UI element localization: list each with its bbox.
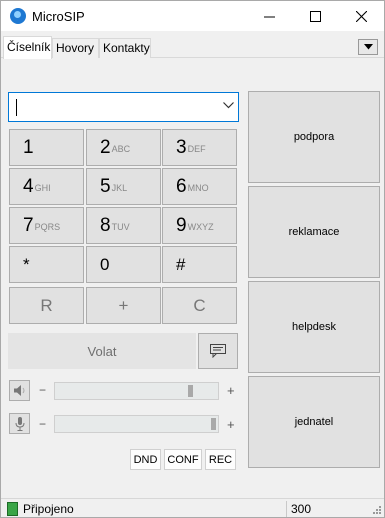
tab-kontakty[interactable]: Kontakty <box>99 38 151 58</box>
number-input[interactable] <box>8 92 239 122</box>
close-button[interactable] <box>338 1 384 31</box>
call-label: Volat <box>87 343 117 359</box>
rec-label: REC <box>208 453 233 466</box>
text-caret <box>16 99 17 116</box>
conference-button[interactable]: CONF <box>164 449 202 470</box>
key-letters: WXYZ <box>187 222 214 232</box>
key-letters: GHI <box>34 183 51 193</box>
key-0[interactable]: 0 <box>86 246 161 283</box>
tab-ciselnik[interactable]: Číselník <box>3 36 52 59</box>
key-digit: 7 <box>23 214 34 236</box>
minimize-icon <box>263 16 275 17</box>
speed-dial-label: reklamace <box>288 226 340 238</box>
key-digit: 3 <box>176 136 187 158</box>
tab-hovory[interactable]: Hovory <box>52 38 99 58</box>
key-4[interactable]: 4 GHI <box>9 168 84 205</box>
key-digit: * <box>23 254 30 274</box>
main-menu-button[interactable] <box>358 39 378 55</box>
speed-dial-helpdesk[interactable]: helpdesk <box>248 281 380 373</box>
microphone-minus: − <box>39 417 47 431</box>
plus-button[interactable]: + <box>86 287 161 324</box>
redial-button[interactable]: R <box>9 287 84 324</box>
dnd-label: DND <box>133 453 158 466</box>
message-button[interactable] <box>198 333 238 369</box>
speed-dial-podpora[interactable]: podpora <box>248 91 380 183</box>
speaker-mute-button[interactable] <box>9 380 30 401</box>
key-letters: ABC <box>111 144 131 154</box>
key-digit: 4 <box>23 175 34 197</box>
window-title: MicroSIP <box>32 9 85 24</box>
microphone-slider-thumb[interactable] <box>211 418 216 430</box>
speed-dial-jednatel[interactable]: jednatel <box>248 376 380 468</box>
status-text: Připojeno <box>23 502 74 516</box>
key-7[interactable]: 7 PQRS <box>9 207 84 244</box>
key-letters: MNO <box>187 183 209 193</box>
microsip-logo-icon <box>10 8 26 24</box>
speed-dial-label: helpdesk <box>291 321 337 333</box>
key-digit: 8 <box>100 214 111 236</box>
key-digit: 0 <box>100 254 110 274</box>
key-digit: 5 <box>100 175 111 197</box>
key-8[interactable]: 8 TUV <box>86 207 161 244</box>
key-digit: 2 <box>100 136 111 158</box>
key-letters: JKL <box>111 183 128 193</box>
connection-status-icon <box>7 502 18 516</box>
microphone-mute-button[interactable] <box>9 413 30 434</box>
key-star[interactable]: * <box>9 246 84 283</box>
conf-label: CONF <box>167 453 199 466</box>
speed-dial-label: podpora <box>293 131 335 143</box>
key-3[interactable]: 3 DEF <box>162 129 237 166</box>
status-separator <box>286 501 287 517</box>
microphone-icon <box>15 416 24 431</box>
microsip-window: MicroSIP Číselník Hovory Kontakty 1 2 ABC… <box>0 0 385 518</box>
plus-label: + <box>118 295 129 315</box>
record-button[interactable]: REC <box>205 449 236 470</box>
maximize-icon <box>309 10 321 22</box>
speaker-volume-slider[interactable] <box>54 382 219 400</box>
speaker-minus: − <box>39 383 47 397</box>
speaker-slider-thumb[interactable] <box>188 385 193 397</box>
speed-dial-label: jednatel <box>294 416 334 428</box>
clear-button[interactable]: C <box>162 287 237 324</box>
key-digit: # <box>176 254 186 274</box>
key-1[interactable]: 1 <box>9 129 84 166</box>
key-digit: 9 <box>176 214 187 236</box>
dropdown-chevron-icon[interactable] <box>223 102 234 109</box>
speaker-icon <box>13 385 24 396</box>
status-bar: Připojeno 300 <box>1 498 384 517</box>
close-icon <box>355 10 367 22</box>
status-count: 300 <box>291 502 312 516</box>
menu-down-arrow-icon <box>363 44 373 50</box>
chat-bubble-icon <box>210 344 226 358</box>
key-hash[interactable]: # <box>162 246 237 283</box>
speaker-plus: + <box>227 383 235 398</box>
key-letters: TUV <box>111 222 130 232</box>
call-button[interactable]: Volat <box>8 333 196 369</box>
dialer-panel: 1 2 ABC 3 DEF 4 GHI 5 JKL 6 MNO 7 PQRS 8 TUV 9W… <box>1 59 384 498</box>
key-digit: 6 <box>176 175 187 197</box>
clear-label: C <box>193 295 206 315</box>
key-letters: PQRS <box>34 222 61 232</box>
maximize-button[interactable] <box>292 1 338 31</box>
key-digit: 1 <box>23 136 34 158</box>
redial-label: R <box>40 295 53 315</box>
key-9[interactable]: 9 WXYZ <box>162 207 237 244</box>
minimize-button[interactable] <box>246 1 292 31</box>
key-letters: DEF <box>187 144 206 154</box>
resize-grip-icon[interactable] <box>372 505 382 515</box>
microphone-plus: + <box>227 417 235 432</box>
key-6[interactable]: 6 MNO <box>162 168 237 205</box>
key-5[interactable]: 5 JKL <box>86 168 161 205</box>
tab-bar: Číselník Hovory Kontakty <box>1 31 384 59</box>
title-bar[interactable]: MicroSIP <box>1 1 384 31</box>
microphone-volume-slider[interactable] <box>54 415 219 433</box>
speed-dial-reklamace[interactable]: reklamace <box>248 186 380 278</box>
key-2[interactable]: 2 ABC <box>86 129 161 166</box>
dnd-button[interactable]: DND <box>130 449 161 470</box>
